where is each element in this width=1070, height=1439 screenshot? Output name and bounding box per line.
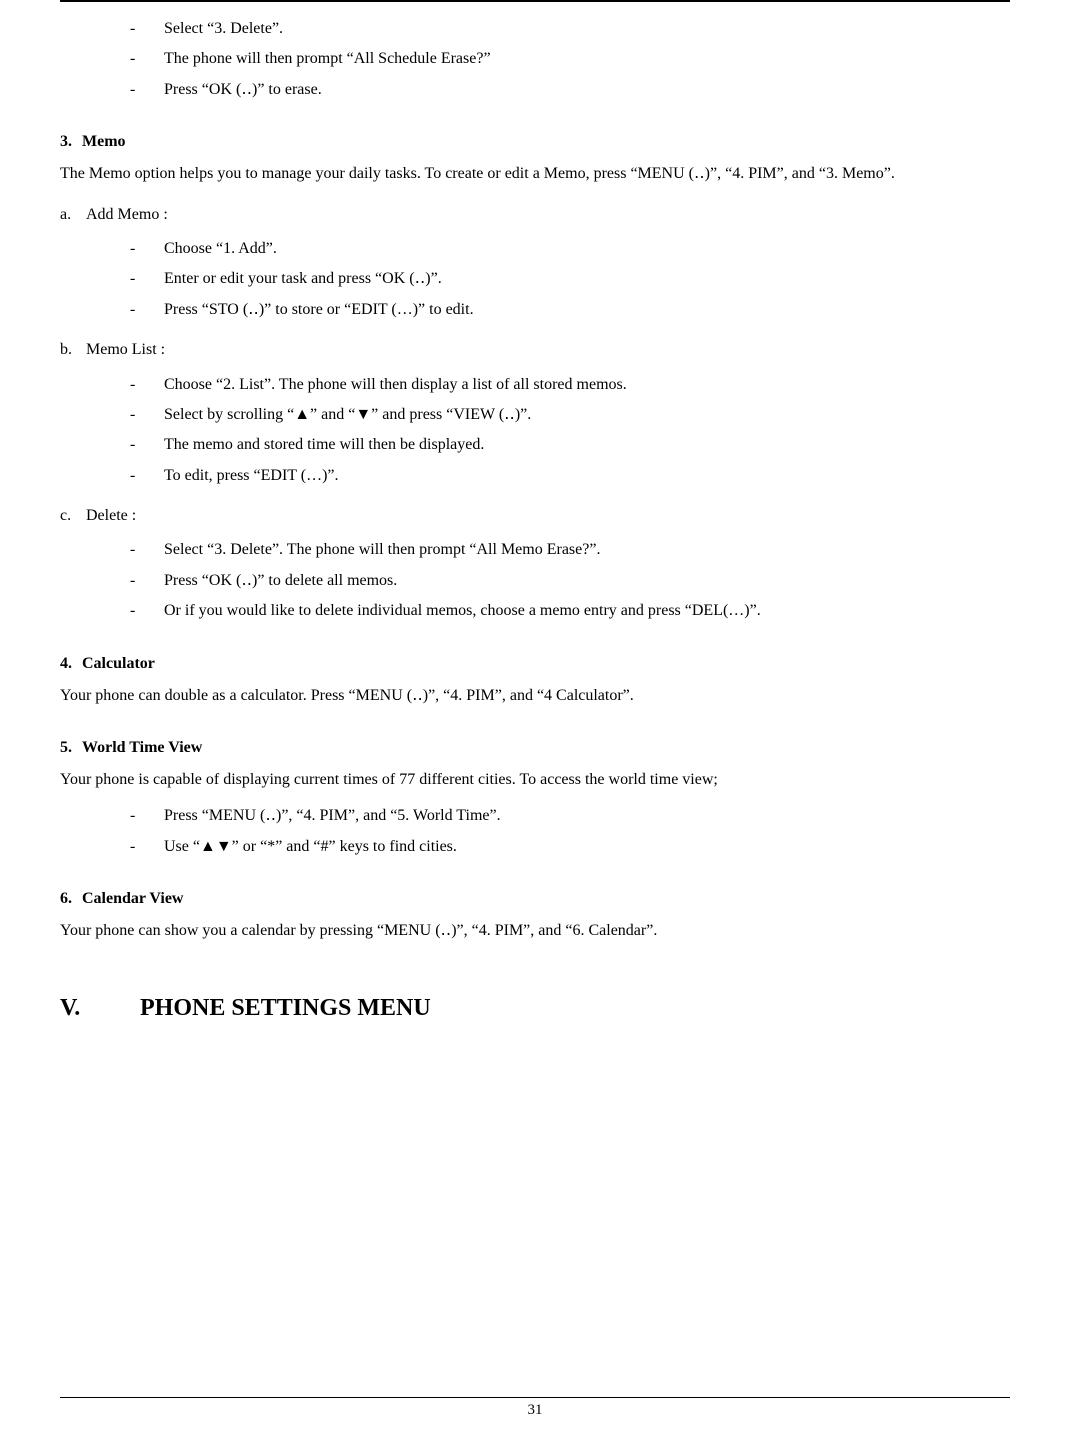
list-item: Select by scrolling “▲” and “▼” and pres…	[130, 400, 1010, 430]
list-item: Choose “2. List”. The phone will then di…	[130, 370, 1010, 400]
section-title: Memo	[82, 133, 126, 150]
section-title: Calculator	[82, 655, 155, 672]
intro-bullets: Select “3. Delete”. The phone will then …	[130, 14, 1010, 105]
list-item: Press “STO (‥)” to store or “EDIT (…)” t…	[130, 295, 1010, 325]
subsection-c-list: Select “3. Delete”. The phone will then …	[130, 535, 1010, 626]
section-4-para: Your phone can double as a calculator. P…	[60, 681, 1010, 711]
section-number: 5.	[60, 739, 82, 757]
subsection-letter: a.	[60, 200, 86, 230]
section-3-para: The Memo option helps you to manage your…	[60, 159, 1010, 189]
section-6-para: Your phone can show you a calendar by pr…	[60, 916, 1010, 946]
chapter-heading: V.PHONE SETTINGS MENU	[60, 995, 1010, 1022]
section-5-list: Press “MENU (‥)”, “4. PIM”, and “5. Worl…	[130, 801, 1010, 862]
subsection-b-list: Choose “2. List”. The phone will then di…	[130, 370, 1010, 492]
list-item: Use “▲▼” or “*” and “#” keys to find cit…	[130, 832, 1010, 862]
list-item: The phone will then prompt “All Schedule…	[130, 44, 1010, 74]
section-5-para: Your phone is capable of displaying curr…	[60, 765, 1010, 795]
list-item: Select “3. Delete”. The phone will then …	[130, 535, 1010, 565]
subsection-c: c.Delete :	[60, 501, 1010, 531]
subsection-a-list: Choose “1. Add”. Enter or edit your task…	[130, 234, 1010, 325]
list-item: Enter or edit your task and press “OK (‥…	[130, 264, 1010, 294]
section-4-heading: 4.Calculator	[60, 655, 1010, 673]
subsection-title: Memo List :	[86, 341, 165, 358]
section-title: World Time View	[82, 739, 202, 756]
page-number: 31	[528, 1402, 543, 1418]
list-item: Choose “1. Add”.	[130, 234, 1010, 264]
page-footer: 31	[60, 1397, 1010, 1419]
chapter-title: PHONE SETTINGS MENU	[140, 995, 431, 1021]
list-item: The memo and stored time will then be di…	[130, 430, 1010, 460]
list-item: Or if you would like to delete individua…	[130, 596, 1010, 626]
section-number: 6.	[60, 890, 82, 908]
section-5-heading: 5.World Time View	[60, 739, 1010, 757]
chapter-number: V.	[60, 995, 140, 1022]
section-3-heading: 3.Memo	[60, 133, 1010, 151]
subsection-letter: b.	[60, 335, 86, 365]
section-title: Calendar View	[82, 890, 183, 907]
list-item: Press “MENU (‥)”, “4. PIM”, and “5. Worl…	[130, 801, 1010, 831]
list-item: Select “3. Delete”.	[130, 14, 1010, 44]
subsection-title: Add Memo :	[86, 206, 168, 223]
list-item: Press “OK (‥)” to delete all memos.	[130, 566, 1010, 596]
subsection-letter: c.	[60, 501, 86, 531]
section-6-heading: 6.Calendar View	[60, 890, 1010, 908]
list-item: To edit, press “EDIT (…)”.	[130, 461, 1010, 491]
subsection-title: Delete :	[86, 507, 136, 524]
section-number: 4.	[60, 655, 82, 673]
list-item: Press “OK (‥)” to erase.	[130, 75, 1010, 105]
section-number: 3.	[60, 133, 82, 151]
subsection-a: a.Add Memo :	[60, 200, 1010, 230]
subsection-b: b.Memo List :	[60, 335, 1010, 365]
